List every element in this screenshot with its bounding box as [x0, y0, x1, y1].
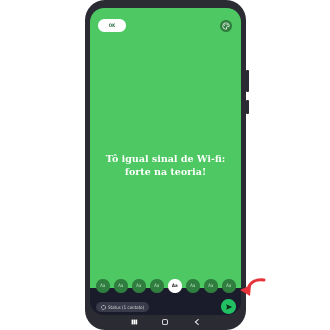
- phone-screen: OK Tô igual sinal de Wi-fi: forte na teo…: [90, 8, 241, 315]
- audience-label: Status (1 contato): [108, 304, 145, 310]
- recents-icon[interactable]: [130, 318, 138, 326]
- status-icon: [101, 304, 106, 310]
- font-option[interactable]: Aa: [114, 279, 128, 293]
- font-option[interactable]: Aa: [204, 279, 218, 293]
- home-icon[interactable]: [161, 318, 169, 326]
- font-option[interactable]: Aa: [96, 279, 110, 293]
- pointer-arrow-icon: [240, 278, 266, 296]
- font-option-selected[interactable]: Aa: [168, 279, 182, 293]
- audience-selector[interactable]: Status (1 contato): [96, 302, 150, 312]
- status-text[interactable]: Tô igual sinal de Wi-fi: forte na teoria…: [94, 154, 237, 179]
- palette-button[interactable]: [220, 20, 232, 32]
- back-icon[interactable]: [193, 318, 201, 326]
- palette-icon: [222, 22, 230, 30]
- send-button[interactable]: [221, 299, 236, 314]
- font-option[interactable]: Aa: [186, 279, 200, 293]
- status-text-line: forte na teoria!: [124, 166, 207, 178]
- system-nav-bar: [118, 316, 213, 328]
- font-option[interactable]: Aa: [132, 279, 146, 293]
- font-option[interactable]: Aa: [222, 279, 236, 293]
- font-style-picker: Aa Aa Aa Aa Aa Aa Aa Aa: [96, 279, 241, 293]
- status-canvas[interactable]: OK Tô igual sinal de Wi-fi: forte na teo…: [90, 8, 241, 288]
- font-option[interactable]: Aa: [150, 279, 164, 293]
- status-text-line: Tô igual sinal de Wi-fi:: [105, 154, 226, 165]
- bottom-bar: Status (1 contato): [90, 293, 241, 315]
- send-icon: [225, 303, 232, 310]
- power-button: [246, 100, 249, 114]
- volume-button: [246, 70, 249, 92]
- done-button[interactable]: OK: [98, 19, 126, 32]
